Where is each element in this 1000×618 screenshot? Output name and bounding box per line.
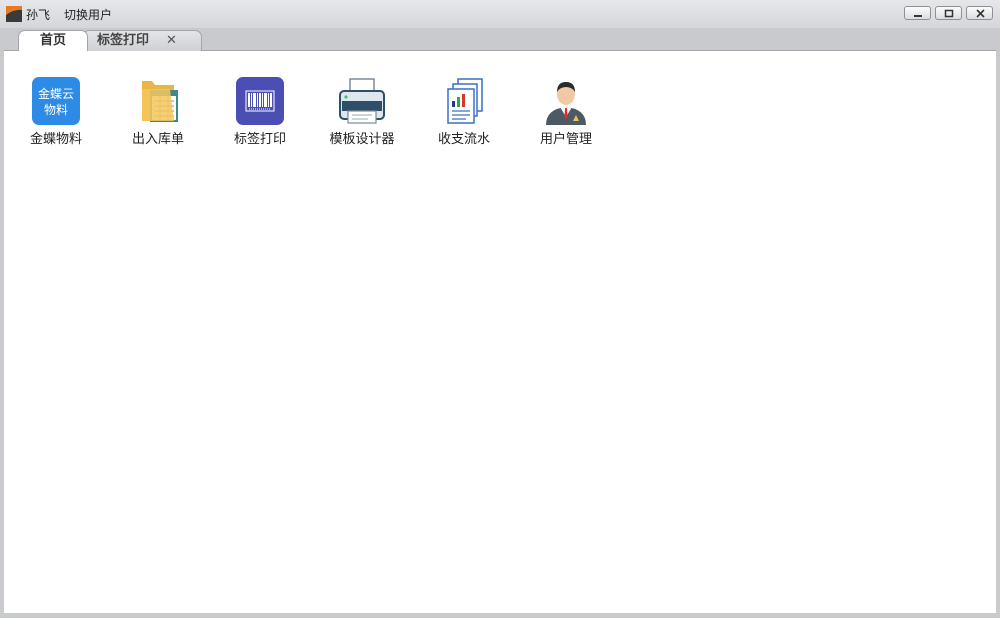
app-user-management[interactable]: 用户管理 [518,77,614,149]
icon-text-line-1: 金蝶云 [38,86,74,101]
current-user-name: 孙飞 [26,8,51,22]
minimize-icon [914,15,922,17]
user-manager-icon [546,82,586,125]
tab-home[interactable]: 首页 [18,30,88,51]
app-label: 用户管理 [539,132,592,147]
app-cashflow[interactable]: 收支流水 [416,77,512,149]
tab-close-icon[interactable]: ✕ [166,32,177,50]
desktop-area: 金蝶云 物料 金蝶物料 出入库单 标签打印 模板设计器 收支流水 用户管理 [4,50,996,613]
app-stock-io[interactable]: 出入库单 [110,77,206,149]
app-label: 出入库单 [131,132,184,147]
tab-label-print[interactable]: 标签打印 ✕ [82,30,202,51]
icon-text-line-2: 物料 [44,103,68,117]
barcode-icon [236,77,284,125]
app-label: 金蝶物料 [29,132,82,147]
close-window-button[interactable] [966,6,993,20]
switch-user-link[interactable]: 切换用户 [64,6,112,23]
report-documents-icon [447,78,483,124]
minimize-button[interactable] [904,6,931,20]
app-label: 标签打印 [233,132,286,147]
app-label-print[interactable]: 标签打印 [212,77,308,149]
kingdee-cloud-icon: 金蝶云 物料 [32,77,80,125]
folder-list-icon [142,81,178,122]
close-icon [976,9,985,18]
title-bar: 孙飞 切换用户 [0,0,1000,28]
printer-icon [339,78,385,124]
maximize-button[interactable] [935,6,962,20]
app-label: 模板设计器 [329,132,395,147]
app-template-designer[interactable]: 模板设计器 [314,77,410,149]
tab-label: 标签打印 [97,33,150,48]
tab-strip: 首页 标签打印 ✕ [0,28,1000,51]
app-kingdee-material[interactable]: 金蝶云 物料 金蝶物料 [8,77,104,149]
app-label: 收支流水 [437,132,490,147]
app-logo-icon [6,6,22,22]
maximize-icon [944,9,954,18]
tab-label: 首页 [39,33,66,48]
